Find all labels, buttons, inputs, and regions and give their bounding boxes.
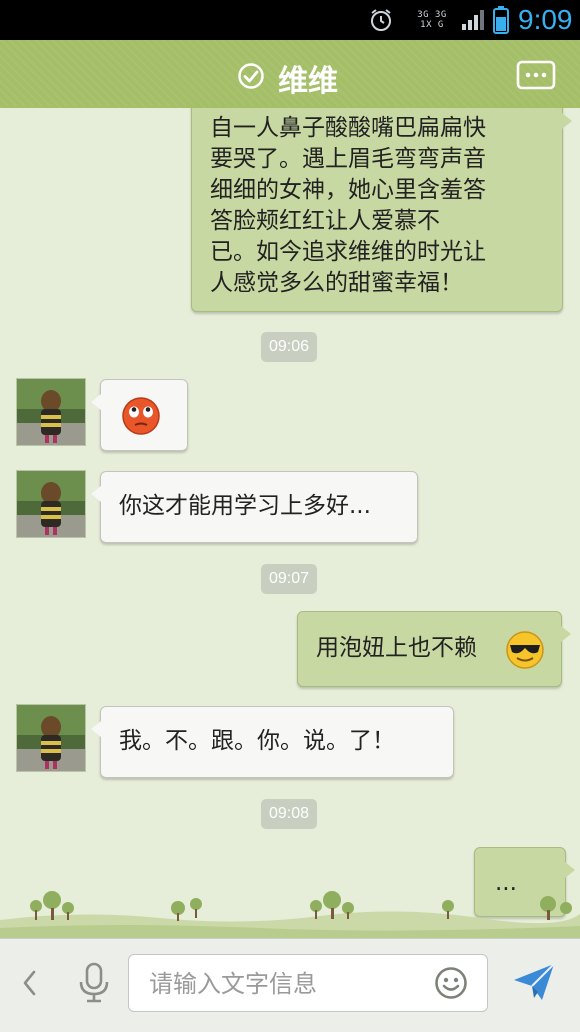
timestamp: 09:07 [261,564,318,594]
battery-icon [490,0,512,40]
message-line: 自一人鼻子酸酸嘴巴扁扁快 [210,115,486,141]
message-text: 你这才能用学习上多好... [119,493,371,519]
timestamp: 09:06 [261,332,318,362]
timestamp: 09:08 [261,799,318,829]
back-button[interactable] [18,968,42,998]
message-input-box[interactable] [128,954,488,1013]
message-list[interactable]: 自一人鼻子酸酸嘴巴扁扁快 要哭了。遇上眉毛弯弯声音 细细的女神，她心里含羞答 答… [0,108,580,938]
message-text: 用泡妞上也不赖 [316,635,477,661]
message-bubble-received[interactable]: 你这才能用学习上多好... [91,471,418,543]
paper-plane-icon [514,963,555,1000]
more-options-icon [516,60,556,90]
message-line: 要哭了。遇上眉毛弯弯声音 [210,146,486,172]
avatar[interactable] [16,704,86,772]
check-circle-icon [237,62,265,90]
alarm-icon [366,0,396,40]
message-line: 已。如今追求维维的时光让 [210,239,486,265]
chevron-left-icon [23,970,36,996]
message-line: 细细的女神，她心里含羞答 [210,177,486,203]
voice-input-button[interactable] [77,962,111,1004]
message-bubble-received[interactable] [91,379,188,451]
message-bubble-sent[interactable]: 用泡妞上也不赖 [297,611,571,687]
microphone-icon [79,962,109,1003]
smiley-icon [435,967,467,999]
chat-title[interactable]: 维维 [278,56,338,100]
message-text: 我。不。跟。你。说。了！ [119,728,395,754]
avatar[interactable] [16,470,86,538]
send-button[interactable] [512,962,556,1002]
message-line: 答脸颊红红让人爱慕不 [210,208,440,234]
message-bubble-sent[interactable]: 自一人鼻子酸酸嘴巴扁扁快 要哭了。遇上眉毛弯弯声音 细细的女神，她心里含羞答 答… [191,108,572,312]
avatar[interactable] [16,378,86,446]
background-scenery [0,891,580,938]
message-bubble-received[interactable]: 我。不。跟。你。说。了！ [91,706,454,778]
emoji-button[interactable] [434,966,468,1000]
message-input[interactable] [147,955,421,1013]
network-label-bottom: 1X G [420,20,444,30]
signal-strength-icon [460,0,486,40]
message-line: 人感觉多么的甜蜜幸福！ [210,270,463,296]
network-type-indicator: 3G 3G 1X G [405,0,459,40]
cool-sunglasses-emoji [506,631,544,669]
network-label-top: 3G 3G [417,10,447,20]
rolling-eyes-emoji [122,397,160,435]
more-options-button[interactable] [516,60,556,90]
clock-time: 9:09 [518,4,573,35]
